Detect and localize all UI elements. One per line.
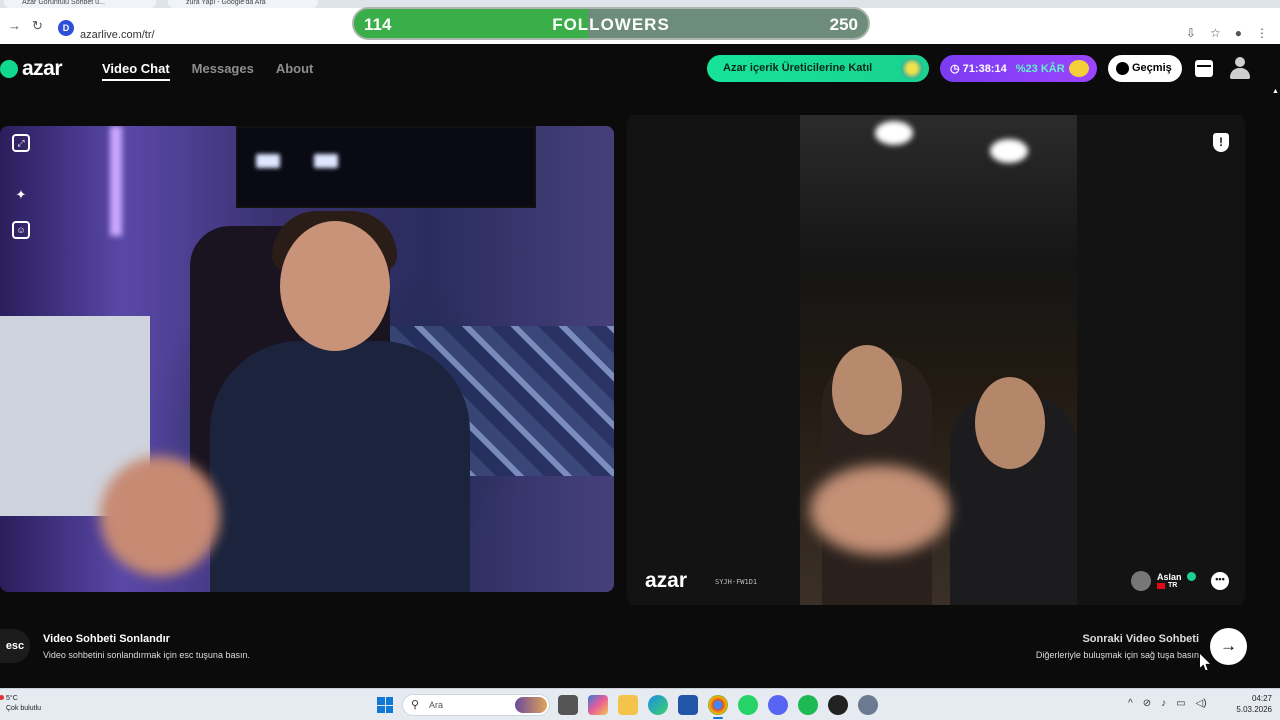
profile-avatar-icon[interactable] xyxy=(1230,57,1250,79)
tray-chevron-icon[interactable]: ^ xyxy=(1128,698,1133,709)
join-creators-button[interactable]: Azar içerik Üreticilerine Katıl xyxy=(707,55,929,82)
nav-messages[interactable]: Messages xyxy=(192,61,254,81)
followers-goal: 250 xyxy=(829,15,858,34)
esc-key-button[interactable]: esc xyxy=(0,629,30,663)
whatsapp-icon[interactable] xyxy=(738,695,758,715)
azar-logo[interactable]: azar xyxy=(0,57,63,81)
settings-gear-icon[interactable] xyxy=(858,695,878,715)
chat-bubble-icon[interactable]: ••• xyxy=(1211,572,1229,590)
nav-video-chat[interactable]: Video Chat xyxy=(102,61,170,81)
azar-logo-mark-icon xyxy=(0,60,18,78)
partner-video-panel: ! azar SYJH-FW1D1 Aslan TR ••• xyxy=(627,115,1245,605)
history-clock-icon xyxy=(1116,62,1129,75)
promo-discount: %23 KÂR xyxy=(1015,63,1065,75)
azar-app: azar Video Chat Messages About Azar içer… xyxy=(0,44,1280,688)
verified-icon xyxy=(1187,572,1196,581)
history-label: Geçmiş xyxy=(1132,62,1172,74)
windows-start-icon[interactable] xyxy=(377,697,393,713)
report-shield-icon[interactable]: ! xyxy=(1213,133,1229,152)
magic-filter-icon[interactable]: ✦ xyxy=(12,186,30,204)
partner-video-feed xyxy=(800,115,1077,605)
partner-user-chip[interactable]: Aslan TR xyxy=(1131,569,1196,593)
chrome-icon[interactable] xyxy=(708,695,728,719)
nav-about[interactable]: About xyxy=(276,61,314,81)
next-arrow-button[interactable]: → xyxy=(1210,628,1247,665)
edge-icon[interactable] xyxy=(648,695,668,715)
coin-icon xyxy=(1069,60,1089,77)
next-chat-hint: Diğerleriyle buluşmak için sağ tuşa bası… xyxy=(1035,650,1199,660)
creator-badge-icon xyxy=(901,58,923,79)
browser-tab-google[interactable]: zura Yapı - Google'da Ara xyxy=(168,0,318,8)
end-chat-title: Video Sohbeti Sonlandır xyxy=(43,633,170,645)
task-view-icon[interactable] xyxy=(558,695,578,715)
clock-icon: ◷ xyxy=(950,63,960,75)
partner-avatar xyxy=(1131,571,1151,591)
toolbar-icons: ⇩ ☆ ● ⋮ xyxy=(1186,26,1268,40)
weather-alert-icon xyxy=(0,695,4,700)
search-highlight-icon xyxy=(515,697,547,713)
partner-name: Aslan xyxy=(1157,572,1182,582)
url-text[interactable]: azarlive.com/tr/ xyxy=(80,29,155,41)
main-nav: Video Chat Messages About xyxy=(102,61,313,81)
turkey-flag-icon xyxy=(1157,583,1165,589)
clock-time: 04:27 xyxy=(1251,694,1272,703)
store-app-icon[interactable] xyxy=(678,695,698,715)
end-chat-hint: Video sohbetini sonlandırmak için esc tu… xyxy=(43,650,250,660)
search-icon: ⚲ xyxy=(411,699,420,711)
windows-taskbar: 5°C Çok bulutlu ⚲ Ara ^ ⊘ ♪ ▭ ◁) 04:27 5… xyxy=(0,688,1280,720)
obs-icon[interactable] xyxy=(828,695,848,715)
discord-icon[interactable] xyxy=(768,695,788,715)
weather-temp: 5°C xyxy=(6,695,18,702)
install-app-icon[interactable]: ⇩ xyxy=(1186,26,1196,40)
expand-icon[interactable]: ⤢ xyxy=(12,134,30,152)
bookmark-star-icon[interactable]: ☆ xyxy=(1210,26,1221,40)
partner-country: TR xyxy=(1168,582,1178,589)
history-button[interactable]: Geçmiş xyxy=(1108,55,1182,82)
volume-icon[interactable]: ◁) xyxy=(1196,698,1207,709)
followers-goal-bar: 114 FOLLOWERS 250 xyxy=(352,7,870,40)
next-chat-title: Sonraki Video Sohbeti xyxy=(1082,633,1199,645)
clock-date: 5.03.2026 xyxy=(1236,705,1272,714)
reload-icon[interactable]: ↻ xyxy=(32,18,43,34)
taskbar-clock[interactable]: 04:27 5.03.2026 xyxy=(1236,693,1272,715)
weather-widget[interactable]: 5°C Çok bulutlu xyxy=(6,694,41,714)
scroll-up-icon[interactable]: ▲ xyxy=(1272,88,1279,96)
join-creators-label: Azar içerik Üreticilerine Katıl xyxy=(723,62,873,74)
copilot-icon[interactable] xyxy=(588,695,608,715)
store-icon[interactable] xyxy=(1195,60,1213,77)
self-video-feed: ⤢ ✦ ☺ xyxy=(0,126,614,592)
taskbar-search-placeholder: Ara xyxy=(429,700,444,710)
file-explorer-icon[interactable] xyxy=(618,695,638,715)
taskbar-search[interactable]: ⚲ Ara xyxy=(402,694,550,716)
weather-desc: Çok bulutlu xyxy=(6,705,42,712)
browser-menu-icon[interactable]: ⋮ xyxy=(1256,26,1268,40)
watermark-logo: azar xyxy=(645,569,688,592)
microphone-icon[interactable]: ♪ xyxy=(1161,698,1166,709)
promo-timer: 71:38:14 xyxy=(962,63,1007,75)
mouse-cursor-icon xyxy=(1200,654,1210,670)
browser-tab-azar[interactable]: Azar Görüntülü Sohbet ü... xyxy=(4,0,156,8)
spotify-icon[interactable] xyxy=(798,695,818,715)
display-icon[interactable]: ▭ xyxy=(1176,698,1185,709)
browser-profile-icon[interactable]: ● xyxy=(1235,26,1242,40)
face-mask-icon[interactable]: ☺ xyxy=(12,221,30,239)
followers-title: FOLLOWERS xyxy=(552,15,670,34)
azar-logo-text: azar xyxy=(22,57,63,80)
system-tray: ^ ⊘ ♪ ▭ ◁) xyxy=(1128,698,1207,709)
site-favicon-icon: D xyxy=(58,20,74,36)
promo-timer-button[interactable]: ◷ 71:38:14 %23 KÂR xyxy=(940,55,1097,82)
wall-tv xyxy=(236,126,536,208)
network-off-icon[interactable]: ⊘ xyxy=(1143,698,1151,709)
forward-icon[interactable]: → xyxy=(8,18,21,33)
session-code: SYJH-FW1D1 xyxy=(715,578,758,586)
